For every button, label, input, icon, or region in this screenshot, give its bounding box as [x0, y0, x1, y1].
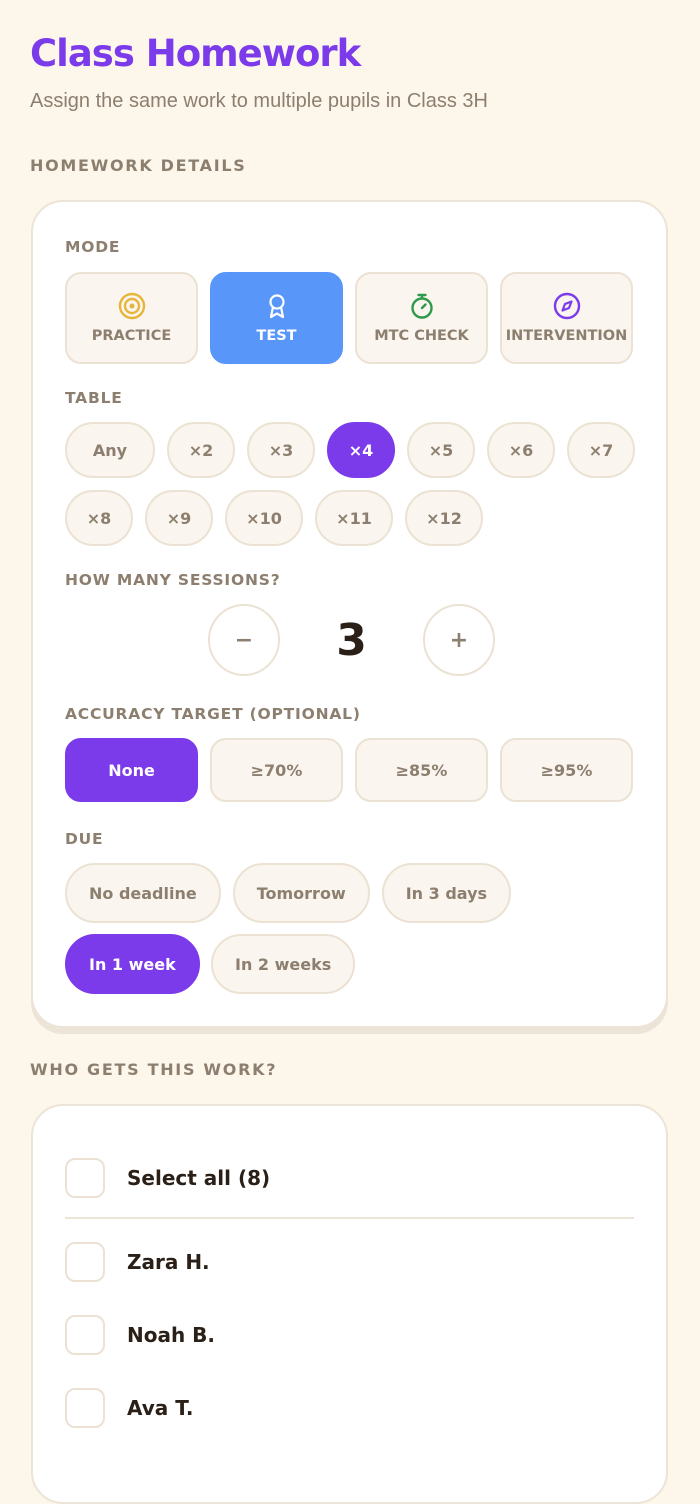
table-x6-chip[interactable]: ×6: [487, 422, 555, 478]
accuracy-options: None ≥70% ≥85% ≥95%: [65, 738, 634, 802]
mode-mtc-check-button[interactable]: MTC CHECK: [355, 272, 488, 364]
mode-options: PRACTICE TEST MTC CHECK INTERVENTION: [65, 272, 634, 364]
due-tomorrow-pill[interactable]: Tomorrow: [232, 863, 370, 923]
accuracy-70-button[interactable]: ≥70%: [210, 738, 343, 802]
who-gets-work-heading: WHO GETS THIS WORK?: [30, 1060, 278, 1079]
mode-test-button[interactable]: TEST: [210, 272, 343, 364]
table-any-chip[interactable]: Any: [65, 422, 155, 478]
pupil-row[interactable]: Noah B.: [65, 1315, 215, 1355]
mode-mtc-check-label: MTC CHECK: [374, 328, 469, 344]
due-label: DUE: [65, 830, 104, 848]
sessions-decrement-button[interactable]: −: [208, 604, 280, 676]
mode-test-label: TEST: [256, 328, 297, 344]
stopwatch-icon: [408, 292, 436, 324]
table-x5-chip[interactable]: ×5: [407, 422, 475, 478]
accuracy-label: ACCURACY TARGET (OPTIONAL): [65, 705, 361, 723]
accuracy-none-button[interactable]: None: [65, 738, 198, 802]
pupil-name: Noah B.: [127, 1323, 216, 1347]
mode-intervention-button[interactable]: INTERVENTION: [500, 272, 633, 364]
award-icon: [263, 292, 291, 324]
accuracy-85-button[interactable]: ≥85%: [355, 738, 488, 802]
sessions-stepper: − 3 +: [208, 604, 495, 676]
due-in-2-weeks-pill[interactable]: In 2 weeks: [211, 934, 356, 994]
table-x7-chip[interactable]: ×7: [567, 422, 635, 478]
table-x9-chip[interactable]: ×9: [145, 490, 213, 546]
pupil-row[interactable]: Zara H.: [65, 1242, 210, 1282]
table-x3-chip[interactable]: ×3: [247, 422, 315, 478]
mode-intervention-label: INTERVENTION: [505, 328, 628, 344]
compass-icon: [553, 292, 581, 324]
accuracy-95-button[interactable]: ≥95%: [500, 738, 633, 802]
due-options: No deadline Tomorrow In 3 days In 1 week…: [65, 863, 634, 994]
due-no-deadline-pill[interactable]: No deadline: [65, 863, 221, 923]
select-all-row[interactable]: Select all (8): [65, 1158, 270, 1198]
sessions-label: HOW MANY SESSIONS?: [65, 571, 281, 589]
table-x8-chip[interactable]: ×8: [65, 490, 133, 546]
mode-label: MODE: [65, 238, 121, 256]
homework-details-card: MODE PRACTICE TEST MTC CHECK INTERVENTIO…: [31, 200, 668, 1028]
target-icon: [118, 292, 146, 324]
pupil-name: Ava T.: [127, 1396, 194, 1420]
mode-practice-label: PRACTICE: [91, 328, 172, 344]
sessions-increment-button[interactable]: +: [423, 604, 495, 676]
pupils-card: Select all (8) Zara H. Noah B. Ava T.: [31, 1104, 668, 1504]
pupil-name: Zara H.: [127, 1250, 210, 1274]
mode-practice-button[interactable]: PRACTICE: [65, 272, 198, 364]
table-x10-chip[interactable]: ×10: [225, 490, 303, 546]
sessions-value: 3: [336, 614, 367, 666]
due-in-1-week-pill[interactable]: In 1 week: [65, 934, 200, 994]
table-label: TABLE: [65, 389, 123, 407]
pupil-row[interactable]: Ava T.: [65, 1388, 193, 1428]
table-x4-chip[interactable]: ×4: [327, 422, 395, 478]
due-in-3-days-pill[interactable]: In 3 days: [381, 863, 512, 923]
table-x2-chip[interactable]: ×2: [167, 422, 235, 478]
page-subtitle: Assign the same work to multiple pupils …: [30, 90, 488, 112]
table-x12-chip[interactable]: ×12: [405, 490, 483, 546]
table-options: Any ×2 ×3 ×4 ×5 ×6 ×7 ×8 ×9 ×10 ×11 ×12: [65, 422, 636, 546]
select-all-checkbox[interactable]: [65, 1158, 105, 1198]
select-all-label: Select all (8): [127, 1166, 271, 1190]
homework-details-heading: HOMEWORK DETAILS: [30, 156, 247, 175]
pupil-checkbox[interactable]: [65, 1242, 105, 1282]
pupil-checkbox[interactable]: [65, 1315, 105, 1355]
pupil-checkbox[interactable]: [65, 1388, 105, 1428]
divider: [65, 1217, 634, 1219]
page-title: Class Homework: [30, 32, 361, 75]
table-x11-chip[interactable]: ×11: [315, 490, 393, 546]
